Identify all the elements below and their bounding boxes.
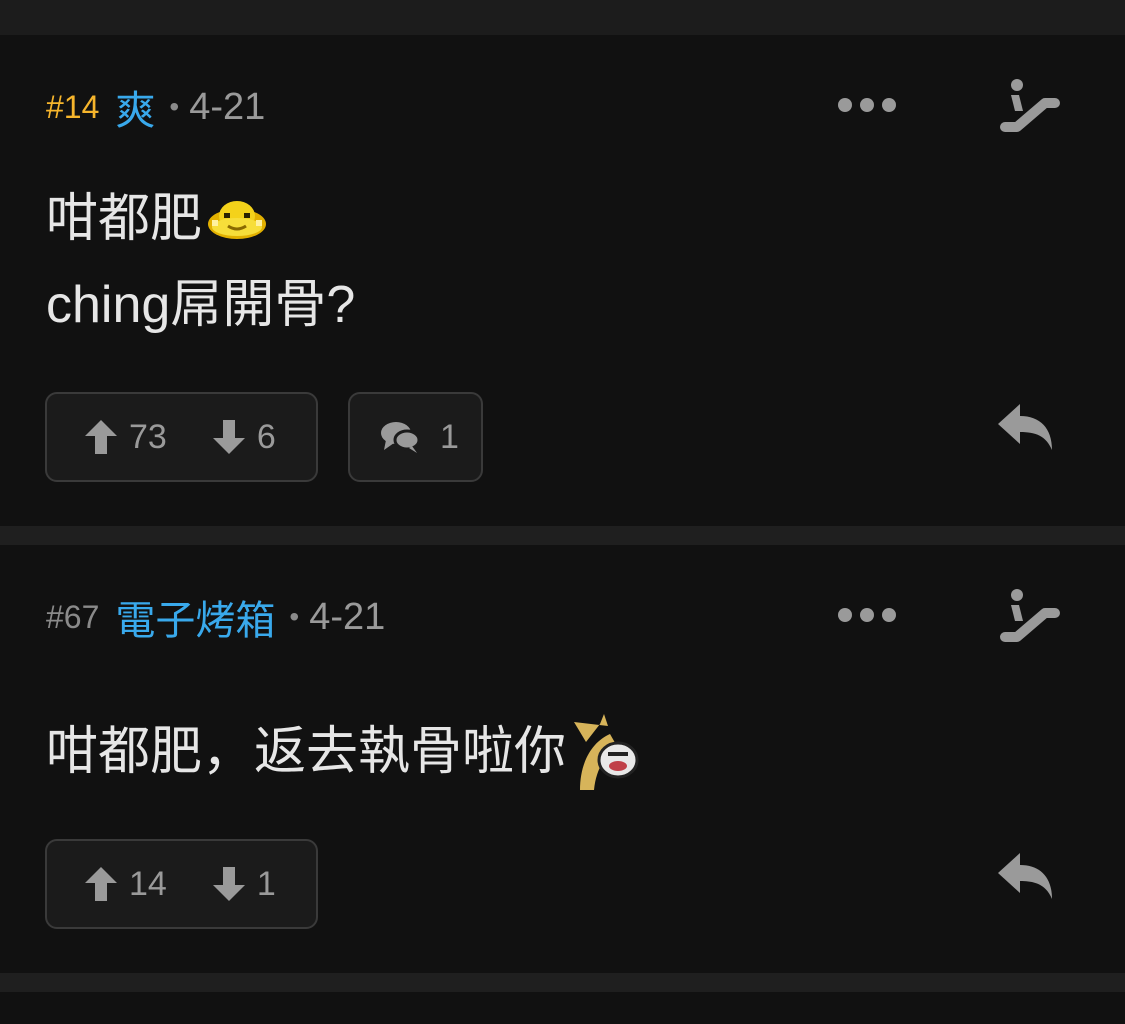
downvote-button[interactable]: 1 [212, 864, 276, 904]
arrow-down-icon [212, 420, 245, 454]
reply-icon[interactable] [996, 851, 1056, 901]
top-band [0, 0, 1125, 35]
more-dots-icon[interactable] [838, 603, 896, 627]
content-line: ching屌開骨? [46, 262, 355, 348]
post-date: 4-21 [189, 85, 266, 128]
next-post-card [0, 992, 1125, 1024]
content-text: ching屌開骨? [46, 276, 356, 334]
escalator-icon[interactable] [995, 75, 1061, 135]
separator-dot: • [169, 91, 180, 122]
comment-count: 1 [440, 417, 459, 456]
post-header: #67 電子烤箱 • 4-21 [46, 595, 386, 644]
arrow-up-icon [85, 867, 117, 901]
downvote-count: 1 [256, 864, 276, 903]
content-text: 咁都肥，返去執骨啦你 [46, 723, 567, 781]
downvote-count: 6 [256, 417, 276, 456]
vote-buttons: 14 1 [45, 839, 318, 929]
floor-number: #67 [46, 598, 100, 635]
content-text: 咁都肥 [46, 190, 203, 248]
post-card: #67 電子烤箱 • 4-21 咁都肥，返去執骨啦你 14 1 [0, 545, 1125, 973]
comment-button[interactable]: 1 [348, 392, 483, 482]
downvote-button[interactable]: 6 [212, 417, 276, 457]
upvote-count: 14 [129, 864, 167, 903]
post-header: #14 爽 • 4-21 [46, 85, 266, 134]
arrow-down-icon [212, 867, 245, 901]
username-link[interactable]: 爽 [115, 78, 155, 136]
post-card: #14 爽 • 4-21 咁都肥 ching屌開骨? 73 6 1 [0, 35, 1125, 526]
content-line: 咁都肥，返去執骨啦你 [46, 709, 640, 795]
post-date: 4-21 [309, 595, 386, 638]
content-line: 咁都肥 [46, 176, 355, 262]
more-dots-icon[interactable] [838, 93, 896, 117]
comment-count-group: 1 [380, 418, 459, 457]
floor-number: #14 [46, 88, 100, 125]
post-content: 咁都肥 ching屌開骨? [46, 176, 355, 348]
upvote-count: 73 [129, 417, 167, 456]
upvote-button[interactable]: 73 [85, 418, 167, 457]
separator-dot: • [289, 601, 300, 632]
yellow-blob-emoji [208, 201, 267, 239]
post-divider [0, 526, 1125, 545]
username-link[interactable]: 電子烤箱 [115, 588, 275, 646]
reply-icon[interactable] [996, 402, 1056, 452]
speech-bubbles-icon [381, 422, 420, 453]
upvote-button[interactable]: 14 [85, 865, 167, 904]
post-content: 咁都肥，返去執骨啦你 [46, 709, 640, 795]
escalator-icon[interactable] [995, 585, 1061, 645]
vote-buttons: 73 6 [45, 392, 318, 482]
arrow-up-icon [85, 420, 117, 454]
post-divider [0, 973, 1125, 992]
horn-laughing-emoji [574, 714, 639, 790]
